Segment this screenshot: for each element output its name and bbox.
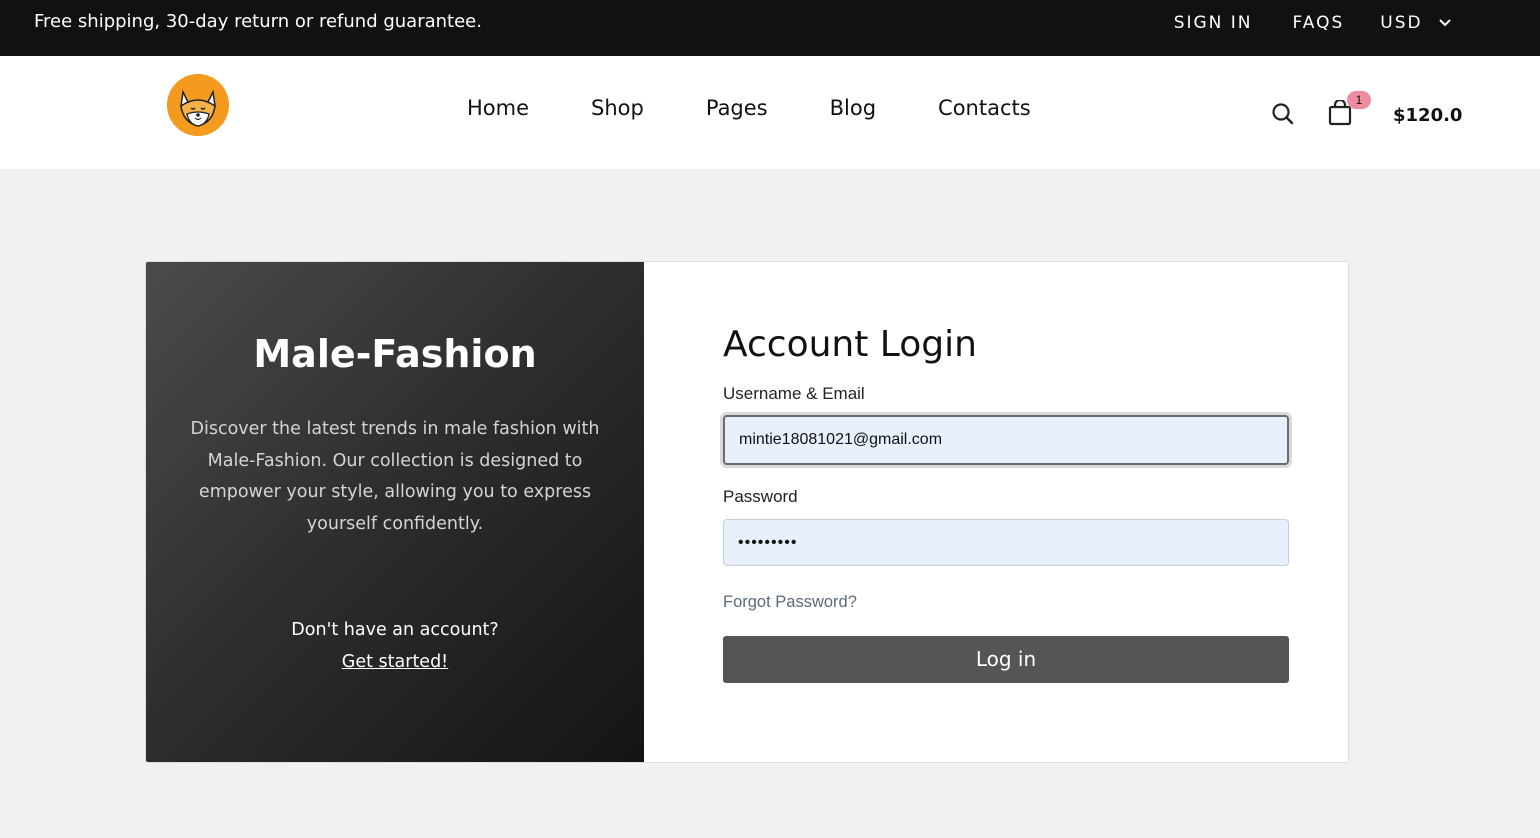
chevron-down-icon <box>1439 19 1451 27</box>
brand-title: Male-Fashion <box>253 332 537 376</box>
promo-panel: Male-Fashion Discover the latest trends … <box>146 262 644 762</box>
sign-in-link[interactable]: SIGN IN <box>1174 13 1253 33</box>
fox-logo-icon[interactable] <box>167 74 229 136</box>
get-started-link[interactable]: Get started! <box>146 652 644 672</box>
nav-contacts[interactable]: Contacts <box>938 96 1031 120</box>
nav-blog[interactable]: Blog <box>830 96 876 120</box>
currency-label: USD <box>1380 13 1423 33</box>
login-card: Male-Fashion Discover the latest trends … <box>145 261 1349 763</box>
cart-count-badge: 1 <box>1347 91 1371 109</box>
forgot-password-link[interactable]: Forgot Password? <box>723 593 857 612</box>
faqs-link[interactable]: FAQS <box>1293 13 1345 33</box>
search-icon[interactable] <box>1271 102 1295 126</box>
nav-pages[interactable]: Pages <box>706 96 768 120</box>
login-title: Account Login <box>723 324 977 365</box>
username-label: Username & Email <box>723 384 865 403</box>
username-email-input[interactable]: mintie18081021@gmail.com <box>723 415 1289 465</box>
password-input[interactable]: ••••••••• <box>723 519 1289 566</box>
top-announcement-bar: Free shipping, 30-day return or refund g… <box>0 0 1540 56</box>
login-form: Account Login Username & Email mintie180… <box>644 262 1348 762</box>
brand-description: Discover the latest trends in male fashi… <box>190 419 600 534</box>
nav-shop[interactable]: Shop <box>591 96 644 120</box>
no-account-text: Don't have an account? <box>291 620 499 640</box>
nav-home[interactable]: Home <box>467 96 529 120</box>
cart-total[interactable]: $120.0 <box>1393 105 1462 126</box>
currency-selector[interactable]: USD <box>1380 13 1452 33</box>
main-content: Male-Fashion Discover the latest trends … <box>0 169 1540 838</box>
promo-text: Free shipping, 30-day return or refund g… <box>34 11 482 32</box>
site-header: Home Shop Pages Blog Contacts 1 $120.0 <box>0 56 1540 169</box>
main-nav: Home Shop Pages Blog Contacts <box>467 96 1031 120</box>
login-button[interactable]: Log in <box>723 636 1289 683</box>
password-label: Password <box>723 487 798 506</box>
top-links: SIGN IN FAQS USD <box>1174 13 1452 33</box>
